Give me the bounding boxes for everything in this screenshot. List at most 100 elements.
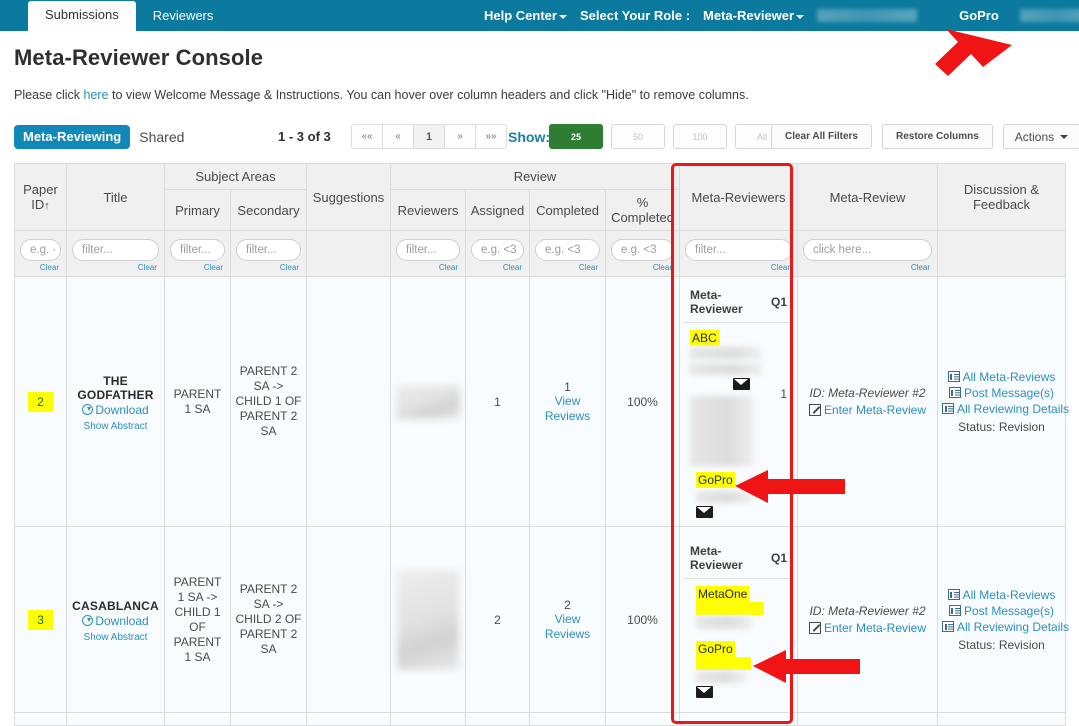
col-header-suggestions[interactable]: Suggestions xyxy=(306,163,391,231)
paper-id-badge[interactable]: 3 xyxy=(28,609,53,630)
email-icon[interactable] xyxy=(696,686,713,698)
col-header-assigned[interactable]: Assigned xyxy=(465,189,530,231)
view-reviews-link[interactable]: View Reviews xyxy=(534,394,601,424)
col-header-meta-review[interactable]: Meta-Review xyxy=(797,163,938,231)
secondary-subject-area: PARENT 2 SA -> CHILD 2 OF PARENT 2 SA xyxy=(235,582,302,656)
meta-reviewer-entry: ABC xyxy=(684,330,793,390)
actions-dropdown-button[interactable]: Actions xyxy=(1002,124,1079,149)
filter-clear-primary[interactable]: Clear xyxy=(170,263,225,272)
shared-tab[interactable]: Shared xyxy=(139,129,184,145)
filter-clear-secondary[interactable]: Clear xyxy=(236,263,301,272)
meta-reviewer-name-highlight[interactable]: GoPro xyxy=(696,472,735,488)
filter-clear-pct-completed[interactable]: Clear xyxy=(611,263,674,272)
show-abstract-link[interactable]: Show Abstract xyxy=(71,421,160,432)
paper-id-badge[interactable]: 2 xyxy=(28,391,53,412)
help-center-menu[interactable]: Help Center xyxy=(484,8,567,23)
nav-tab-submissions[interactable]: Submissions xyxy=(28,1,136,31)
page-prev-button[interactable]: « xyxy=(382,124,414,149)
meta-reviewer-name-highlight[interactable]: MetaOne xyxy=(696,586,750,602)
filter-clear-assigned[interactable]: Clear xyxy=(471,263,524,272)
show-abstract-link[interactable]: Show Abstract xyxy=(71,632,160,643)
all-meta-reviews-link[interactable]: All Meta-Reviews xyxy=(942,369,1061,385)
enter-meta-review-link[interactable]: Enter Meta-Review xyxy=(802,621,933,635)
page-first-button[interactable]: «« xyxy=(351,124,383,149)
filter-input-meta-review[interactable]: click here... xyxy=(803,238,932,261)
user-menu[interactable]: GoPro xyxy=(959,8,999,23)
col-header-meta-reviewers[interactable]: Meta-Reviewers xyxy=(679,163,798,231)
meta-reviewer-name-highlight[interactable]: GoPro xyxy=(696,641,735,657)
restore-columns-button[interactable]: Restore Columns xyxy=(882,124,993,149)
all-meta-reviews-link[interactable]: All Meta-Reviews xyxy=(942,587,1061,603)
pct-completed-value: 100% xyxy=(627,612,658,627)
filter-input-secondary[interactable]: filter... xyxy=(236,238,301,261)
filter-input-meta-reviewers[interactable]: filter... xyxy=(685,238,792,261)
view-reviews-link[interactable]: View Reviews xyxy=(534,612,601,642)
filter-clear-meta-review[interactable]: Clear xyxy=(803,263,932,272)
welcome-message-link[interactable]: here xyxy=(83,88,108,102)
filter-clear-meta-reviewers[interactable]: Clear xyxy=(685,263,792,272)
all-reviewing-details-link[interactable]: All Reviewing Details xyxy=(942,619,1069,635)
filter-cell-assigned: e.g. <3 Clear xyxy=(465,230,530,277)
redacted-name-part xyxy=(690,347,762,359)
filter-clear-paper-id[interactable]: Clear xyxy=(20,263,61,272)
col-header-pct-completed[interactable]: % Completed xyxy=(605,189,680,231)
redacted-nav-item xyxy=(817,9,918,22)
nav-right-group: Help Center Select Your Role : Meta-Revi… xyxy=(484,0,1079,31)
download-link[interactable]: Download xyxy=(71,403,160,417)
col-header-secondary[interactable]: Secondary xyxy=(230,189,307,231)
enter-meta-review-link[interactable]: Enter Meta-Review xyxy=(802,403,933,417)
meta-reviewer-name-highlight[interactable]: ABC xyxy=(690,330,719,346)
filter-input-pct-completed[interactable]: e.g. <3 xyxy=(611,238,674,261)
col-header-title[interactable]: Title xyxy=(66,163,165,231)
nav-tab-list: Submissions Reviewers xyxy=(0,0,230,31)
col-group-subject-areas[interactable]: Subject Areas xyxy=(164,163,307,190)
user-name-label: GoPro xyxy=(959,8,999,23)
page-next-button[interactable]: » xyxy=(444,124,476,149)
mode-badge-meta-reviewing[interactable]: Meta-Reviewing xyxy=(14,124,131,149)
role-dropdown[interactable]: Meta-Reviewer xyxy=(703,8,805,23)
post-messages-link[interactable]: Post Message(s) xyxy=(942,385,1061,401)
paper-title: THE GODFATHER xyxy=(77,373,154,402)
page-size-25[interactable]: 25 xyxy=(549,124,603,149)
col-header-completed[interactable]: Completed xyxy=(529,189,606,231)
post-messages-link[interactable]: Post Message(s) xyxy=(942,603,1061,619)
col-header-discussion-feedback[interactable]: Discussion & Feedback xyxy=(937,163,1066,231)
email-icon[interactable] xyxy=(696,506,713,518)
meta-reviewer-header-q1: Q1 xyxy=(770,295,787,309)
highlight-bar xyxy=(696,602,764,615)
meta-reviewer-header: Meta-Reviewer Q1 xyxy=(684,285,793,323)
page-current[interactable]: 1 xyxy=(413,124,445,149)
download-link[interactable]: Download xyxy=(71,614,160,628)
show-label: Show: xyxy=(508,128,550,145)
filter-clear-completed[interactable]: Clear xyxy=(535,263,600,272)
clear-all-filters-button[interactable]: Clear All Filters xyxy=(771,124,872,149)
filter-input-completed[interactable]: e.g. <3 xyxy=(535,238,600,261)
filter-clear-title[interactable]: Clear xyxy=(72,263,159,272)
filter-input-reviewers[interactable]: filter... xyxy=(396,238,460,261)
pencil-icon xyxy=(808,622,821,634)
cell-meta-reviewers: Meta-Reviewer Q1 ABC 1 GoPro xyxy=(679,276,798,527)
col-header-reviewers[interactable]: Reviewers xyxy=(390,189,466,231)
cell-title: THE GODFATHER Download Show Abstract xyxy=(66,276,165,527)
col-header-primary[interactable]: Primary xyxy=(164,189,231,231)
assigned-count: 1 xyxy=(494,394,501,409)
nav-tab-reviewers[interactable]: Reviewers xyxy=(136,3,231,31)
filter-input-title[interactable]: filter... xyxy=(72,238,159,261)
nav-tab-reviewers-label: Reviewers xyxy=(152,8,214,23)
post-messages-label: Post Message(s) xyxy=(963,604,1055,618)
page-size-50[interactable]: 50 xyxy=(611,124,665,149)
page-last-button[interactable]: »» xyxy=(475,124,507,149)
filter-input-assigned[interactable]: e.g. <3 xyxy=(471,238,524,261)
help-center-label: Help Center xyxy=(484,8,557,23)
meta-review-id: ID: Meta-Reviewer #2 xyxy=(809,604,926,618)
filter-input-paper-id[interactable]: e.g. · xyxy=(20,238,61,261)
col-group-review[interactable]: Review xyxy=(390,163,680,190)
filter-clear-reviewers[interactable]: Clear xyxy=(396,263,460,272)
cell-pct-completed: 100% xyxy=(605,526,680,713)
email-icon[interactable] xyxy=(733,378,750,390)
intro-text: Please click here to view Welcome Messag… xyxy=(14,88,1065,102)
col-header-paper-id[interactable]: Paper ID↑ xyxy=(14,163,67,231)
page-size-100[interactable]: 100 xyxy=(673,124,727,149)
filter-input-primary[interactable]: filter... xyxy=(170,238,225,261)
all-reviewing-details-link[interactable]: All Reviewing Details xyxy=(942,401,1069,417)
